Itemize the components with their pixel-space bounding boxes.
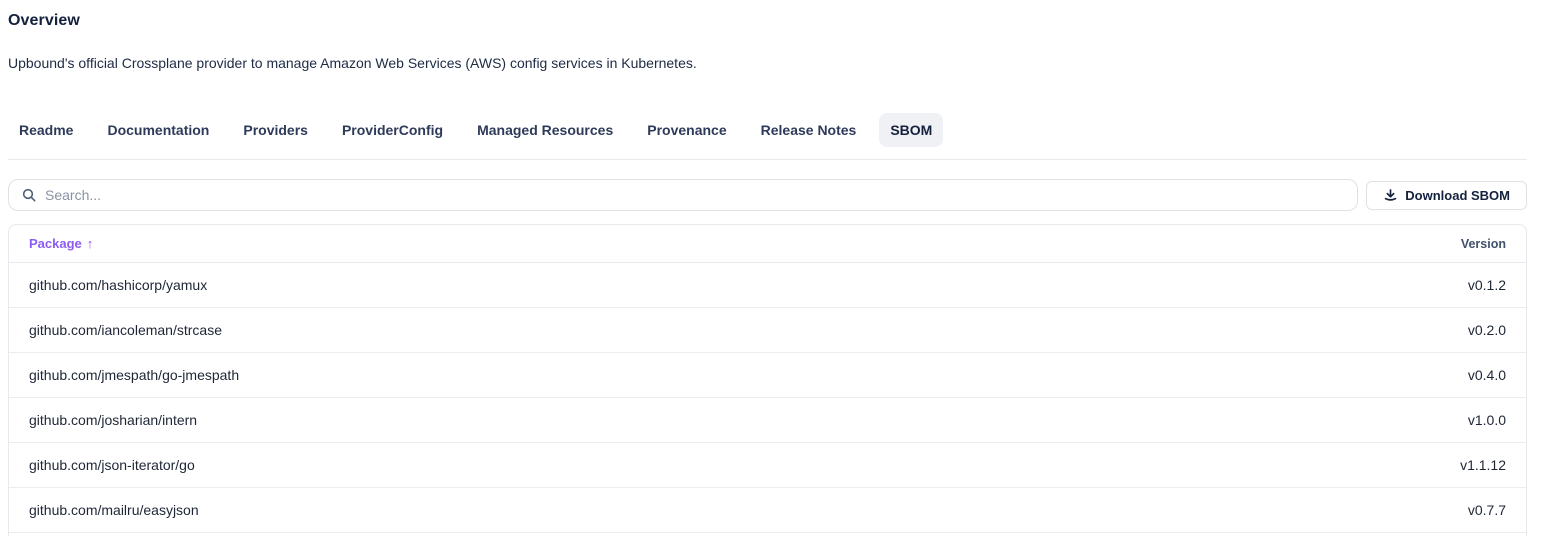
tab-providers[interactable]: Providers — [232, 113, 319, 147]
package-cell: github.com/jmespath/go-jmespath — [29, 367, 239, 383]
download-sbom-button[interactable]: Download SBOM — [1366, 181, 1527, 210]
search-icon — [21, 187, 37, 203]
package-cell: github.com/iancoleman/strcase — [29, 322, 222, 338]
table-row: github.com/iancoleman/strcase v0.2.0 — [9, 308, 1526, 353]
package-cell: github.com/josharian/intern — [29, 412, 197, 428]
tab-provenance[interactable]: Provenance — [636, 113, 737, 147]
version-cell: v0.4.0 — [1468, 367, 1506, 383]
sbom-page: Overview Upbound's official Crossplane p… — [0, 12, 1545, 536]
sbom-toolbar: Download SBOM — [8, 179, 1527, 211]
sort-ascending-icon: ↑ — [87, 236, 94, 251]
tabs-divider — [8, 159, 1527, 160]
tab-documentation[interactable]: Documentation — [96, 113, 220, 147]
table-row: github.com/mailru/easyjson v0.7.7 — [9, 488, 1526, 533]
search-box[interactable] — [8, 179, 1358, 211]
table-row: github.com/josharian/intern v1.0.0 — [9, 398, 1526, 443]
search-input[interactable] — [45, 187, 1345, 203]
package-cell: github.com/json-iterator/go — [29, 457, 195, 473]
version-cell: v1.1.12 — [1460, 457, 1506, 473]
version-cell: v0.1.2 — [1468, 277, 1506, 293]
version-cell: v0.2.0 — [1468, 322, 1506, 338]
version-cell: v1.0.0 — [1468, 412, 1506, 428]
package-column-label: Package — [29, 236, 82, 251]
table-row: github.com/jmespath/go-jmespath v0.4.0 — [9, 353, 1526, 398]
tab-release-notes[interactable]: Release Notes — [750, 113, 868, 147]
page-description: Upbound's official Crossplane provider t… — [8, 55, 1527, 71]
column-header-package[interactable]: Package ↑ — [29, 236, 93, 251]
download-icon — [1383, 188, 1398, 203]
package-cell: github.com/hashicorp/yamux — [29, 277, 207, 293]
tab-sbom[interactable]: SBOM — [879, 113, 943, 147]
tab-bar: Readme Documentation Providers ProviderConf… — [8, 113, 1527, 147]
table-row: github.com/hashicorp/yamux v0.1.2 — [9, 263, 1526, 308]
tab-managed-resources[interactable]: Managed Resources — [466, 113, 624, 147]
package-cell: github.com/mailru/easyjson — [29, 502, 199, 518]
version-cell: v0.7.7 — [1468, 502, 1506, 518]
download-button-label: Download SBOM — [1405, 188, 1510, 203]
sbom-table: Package ↑ Version github.com/hashicorp/y… — [8, 224, 1527, 536]
table-header-row: Package ↑ Version — [9, 225, 1526, 263]
page-title: Overview — [8, 12, 1527, 30]
table-row: github.com/json-iterator/go v1.1.12 — [9, 443, 1526, 488]
table-body: github.com/hashicorp/yamuxv0.1.2github.c… — [9, 263, 1526, 533]
tab-providerconfig[interactable]: ProviderConfig — [331, 113, 454, 147]
column-header-version[interactable]: Version — [1461, 237, 1506, 251]
tab-readme[interactable]: Readme — [8, 113, 84, 147]
